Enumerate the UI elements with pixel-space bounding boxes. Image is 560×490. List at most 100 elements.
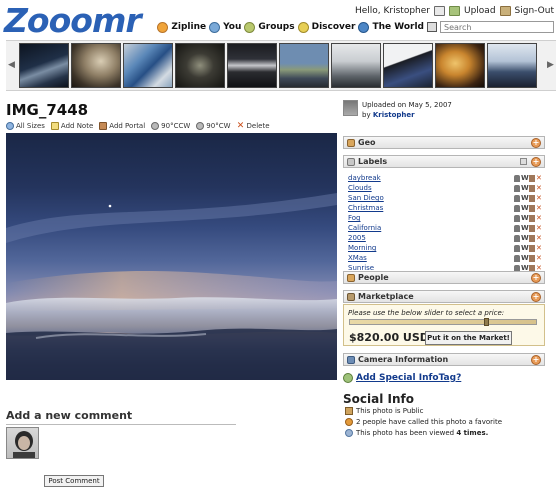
label-link[interactable]: 2005 — [348, 234, 514, 242]
label-link[interactable]: Fog — [348, 214, 514, 222]
photo-title: IMG_7448 — [6, 101, 89, 119]
filmstrip-thumb[interactable] — [227, 43, 277, 88]
remove-icon[interactable]: ✕ — [536, 204, 542, 212]
wiki-icon[interactable]: W — [521, 174, 529, 182]
marketplace-plus-icon[interactable]: + — [531, 292, 541, 302]
nav-you[interactable]: You — [223, 22, 241, 32]
search-input[interactable] — [440, 21, 554, 33]
label-link[interactable]: San Diego — [348, 194, 514, 202]
label-link[interactable]: Morning — [348, 244, 514, 252]
filmstrip-thumb[interactable] — [383, 43, 433, 88]
edit-icon[interactable] — [529, 224, 535, 232]
user-icon[interactable] — [514, 224, 520, 232]
camera-plus-icon[interactable]: + — [531, 355, 541, 365]
main-photo[interactable] — [6, 133, 337, 380]
filmstrip-thumb[interactable] — [435, 43, 485, 88]
labels-panel-title: Labels — [358, 157, 388, 166]
add-infotag-link[interactable]: Add Special InfoTag? — [356, 373, 461, 383]
upload-link[interactable]: Upload — [464, 6, 496, 16]
zooomr-logo[interactable]: Zooomr — [4, 4, 142, 38]
price-slider-handle[interactable] — [484, 318, 489, 326]
wiki-icon[interactable]: W — [521, 244, 529, 252]
add-note-button[interactable]: Add Note — [50, 122, 93, 130]
edit-icon[interactable] — [529, 214, 535, 222]
remove-icon[interactable]: ✕ — [536, 254, 542, 262]
nav-zipline[interactable]: Zipline — [171, 22, 206, 32]
remove-icon[interactable]: ✕ — [536, 234, 542, 242]
remove-icon[interactable]: ✕ — [536, 214, 542, 222]
edit-icon[interactable] — [529, 184, 535, 192]
all-sizes-button[interactable]: All Sizes — [6, 122, 45, 130]
wiki-icon[interactable]: W — [521, 224, 529, 232]
wiki-icon[interactable]: W — [521, 234, 529, 242]
edit-icon[interactable] — [529, 204, 535, 212]
mail-icon[interactable] — [434, 6, 445, 16]
post-comment-button[interactable]: Post Comment — [44, 475, 104, 487]
nav-groups[interactable]: Groups — [258, 22, 294, 32]
nav-the-world[interactable]: The World — [372, 22, 424, 32]
user-icon[interactable] — [514, 174, 520, 182]
nav-discover[interactable]: Discover — [312, 22, 356, 32]
filmstrip-left-arrow-icon[interactable]: ◀ — [6, 41, 17, 90]
add-label-plus-icon[interactable]: + — [531, 157, 541, 167]
labels-panel: Labels + — [343, 155, 545, 168]
add-portal-button[interactable]: Add Portal — [99, 122, 145, 130]
user-icon[interactable] — [514, 254, 520, 262]
uploader-name-link[interactable]: Kristopher — [373, 111, 415, 119]
wiki-icon[interactable]: W — [521, 214, 529, 222]
camera-panel-header[interactable]: Camera Information + — [343, 353, 545, 366]
remove-icon[interactable]: ✕ — [536, 244, 542, 252]
user-icon[interactable] — [514, 184, 520, 192]
filmstrip-thumb[interactable] — [487, 43, 537, 88]
wiki-icon[interactable]: W — [521, 184, 529, 192]
filmstrip-right-arrow-icon[interactable]: ▶ — [545, 41, 556, 90]
filmstrip-thumb[interactable] — [19, 43, 69, 88]
edit-icon[interactable] — [529, 244, 535, 252]
rotate-cw-button[interactable]: 90°CW — [196, 122, 231, 130]
people-panel-header[interactable]: People + — [343, 271, 545, 284]
price-slider[interactable] — [349, 318, 537, 326]
delete-button[interactable]: ✕ Delete — [237, 122, 270, 131]
label-link[interactable]: California — [348, 224, 514, 232]
put-on-market-button[interactable]: Put it on the Market! — [425, 331, 512, 345]
filmstrip-thumb[interactable] — [123, 43, 173, 88]
add-infotag[interactable]: Add Special InfoTag? — [343, 373, 461, 383]
edit-icon[interactable] — [529, 254, 535, 262]
labels-panel-header[interactable]: Labels + — [343, 155, 545, 168]
signout-link[interactable]: Sign-Out — [515, 6, 554, 16]
print-icon[interactable] — [520, 158, 527, 165]
favorites-text[interactable]: 2 people have called this photo a favori… — [356, 418, 502, 426]
label-link[interactable]: XMas — [348, 254, 514, 262]
user-icon[interactable] — [514, 244, 520, 252]
label-link[interactable]: Christmas — [348, 204, 514, 212]
uploader-avatar[interactable] — [343, 100, 358, 116]
edit-icon[interactable] — [529, 174, 535, 182]
label-link[interactable]: Clouds — [348, 184, 514, 192]
user-icon[interactable] — [514, 214, 520, 222]
wiki-icon[interactable]: W — [521, 254, 529, 262]
add-person-plus-icon[interactable]: + — [531, 273, 541, 283]
edit-icon[interactable] — [529, 234, 535, 242]
rotate-ccw-button[interactable]: 90°CCW — [151, 122, 190, 130]
user-icon[interactable] — [514, 194, 520, 202]
filmstrip-thumb[interactable] — [175, 43, 225, 88]
user-icon[interactable] — [514, 234, 520, 242]
remove-icon[interactable]: ✕ — [536, 184, 542, 192]
rotate-cw-label: 90°CW — [206, 122, 231, 130]
filmstrip-thumb[interactable] — [71, 43, 121, 88]
photo-toolbar: All Sizes Add Note Add Portal 90°CCW 90°… — [6, 122, 270, 131]
marketplace-panel-header[interactable]: Marketplace + — [343, 290, 545, 303]
remove-icon[interactable]: ✕ — [536, 174, 542, 182]
user-icon[interactable] — [514, 204, 520, 212]
wiki-icon[interactable]: W — [521, 204, 529, 212]
label-link[interactable]: daybreak — [348, 174, 514, 182]
filmstrip-thumb[interactable] — [279, 43, 329, 88]
remove-icon[interactable]: ✕ — [536, 194, 542, 202]
wiki-icon[interactable]: W — [521, 194, 529, 202]
filmstrip-thumb[interactable] — [331, 43, 381, 88]
remove-icon[interactable]: ✕ — [536, 224, 542, 232]
expand-plus-icon[interactable]: + — [531, 138, 541, 148]
uploader-info: Uploaded on May 5, 2007 by Kristopher — [343, 100, 452, 120]
edit-icon[interactable] — [529, 194, 535, 202]
geo-panel-header[interactable]: Geo + — [343, 136, 545, 149]
